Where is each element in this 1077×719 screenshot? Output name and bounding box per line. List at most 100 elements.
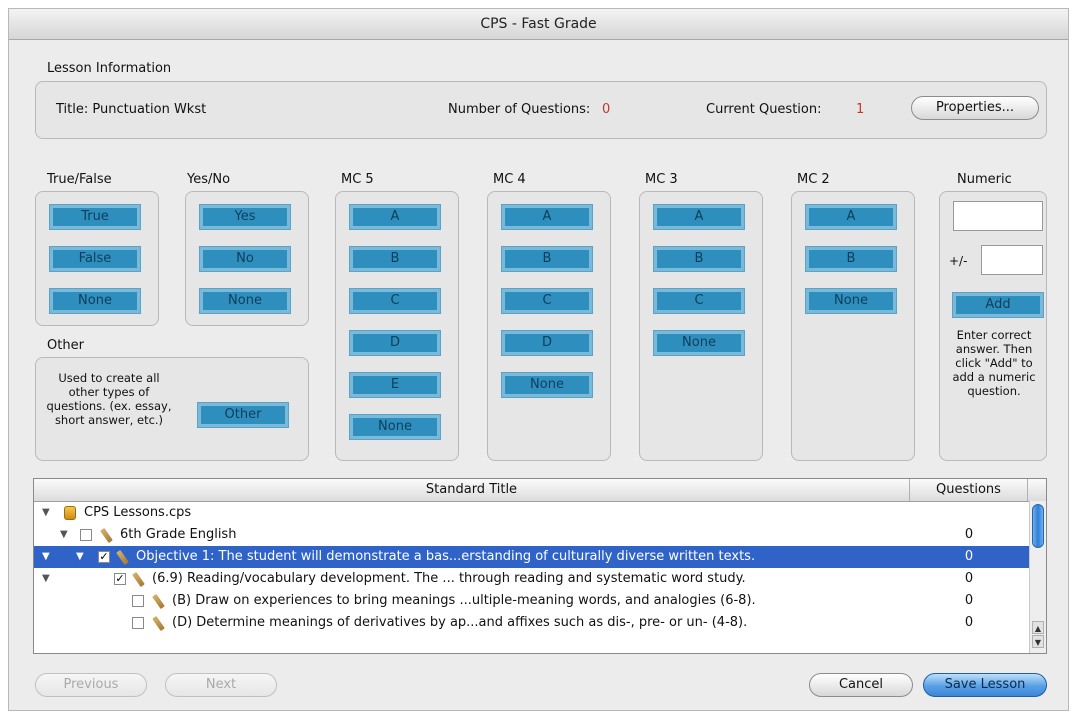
num-questions-value: 0 — [602, 102, 611, 117]
pencil-icon — [152, 615, 165, 632]
mc4-b-button[interactable]: B — [501, 246, 593, 272]
tree-row-label: (6.9) Reading/vocabulary development. Th… — [152, 571, 746, 586]
mc2-group: A B None — [791, 191, 915, 461]
mc3-c-button[interactable]: C — [653, 288, 745, 314]
mc2-none-button[interactable]: None — [805, 288, 897, 314]
add-numeric-button[interactable]: Add — [952, 292, 1044, 318]
properties-button[interactable]: Properties... — [911, 96, 1039, 120]
tree-row[interactable]: (B) Draw on experiences to bring meaning… — [34, 590, 1029, 612]
tree-row-questions: 0 — [964, 593, 974, 608]
tolerance-label: +/- — [949, 254, 968, 268]
mc5-group: A B C D E None — [335, 191, 459, 461]
true-button[interactable]: True — [49, 204, 141, 230]
mc4-none-button[interactable]: None — [501, 372, 593, 398]
mc5-b-button[interactable]: B — [349, 246, 441, 272]
disclosure-triangle-icon[interactable]: ▼ — [42, 546, 50, 568]
tolerance-input[interactable] — [981, 245, 1043, 275]
lesson-info-label: Lesson Information — [47, 61, 172, 76]
tree-row-label: (B) Draw on experiences to bring meaning… — [172, 593, 756, 608]
scroll-thumb[interactable] — [1032, 504, 1044, 548]
mc5-none-button[interactable]: None — [349, 414, 441, 440]
checkbox-checked[interactable]: ✓ — [98, 551, 110, 563]
mc5-label: MC 5 — [341, 172, 374, 187]
other-label: Other — [47, 338, 84, 353]
disclosure-triangle-icon[interactable]: ▼ — [60, 524, 68, 546]
other-button[interactable]: Other — [197, 402, 289, 428]
tree-row-questions: 0 — [964, 549, 974, 564]
lesson-title: Title: Punctuation Wkst — [56, 102, 207, 117]
tree-row-label: 6th Grade English — [120, 527, 237, 542]
false-button[interactable]: False — [49, 246, 141, 272]
table-header: Standard Title Questions — [34, 479, 1046, 502]
checkbox[interactable] — [132, 595, 144, 607]
standards-tree-table: Standard Title Questions ▼ CPS Lessons.c… — [33, 478, 1047, 654]
next-button[interactable]: Next — [165, 673, 277, 697]
previous-button[interactable]: Previous — [35, 673, 147, 697]
tree-row-label: Objective 1: The student will demonstrat… — [136, 549, 756, 564]
current-question-value: 1 — [856, 102, 865, 117]
mc2-label: MC 2 — [797, 172, 830, 187]
tree-row[interactable]: (D) Determine meanings of derivatives by… — [34, 612, 1029, 634]
mc4-a-button[interactable]: A — [501, 204, 593, 230]
lesson-info-group: Title: Punctuation Wkst Number of Questi… — [35, 81, 1047, 139]
mc5-c-button[interactable]: C — [349, 288, 441, 314]
numeric-group: +/- Add Enter correct answer. Then click… — [939, 191, 1047, 461]
disclosure-triangle-icon[interactable]: ▼ — [42, 568, 50, 590]
checkbox-checked[interactable]: ✓ — [114, 573, 126, 585]
mc5-a-button[interactable]: A — [349, 204, 441, 230]
mc2-b-button[interactable]: B — [805, 246, 897, 272]
tree-row[interactable]: ▼ ✓ (6.9) Reading/vocabulary development… — [34, 568, 1029, 590]
tree-row-label: (D) Determine meanings of derivatives by… — [172, 615, 748, 630]
cancel-button[interactable]: Cancel — [809, 673, 913, 697]
pencil-icon — [132, 571, 145, 588]
yes-no-label: Yes/No — [187, 172, 231, 187]
checkbox[interactable] — [132, 617, 144, 629]
mc4-c-button[interactable]: C — [501, 288, 593, 314]
save-lesson-button[interactable]: Save Lesson — [923, 673, 1047, 697]
pencil-icon — [100, 527, 113, 544]
scroll-up-arrow-icon[interactable]: ▲ — [1032, 621, 1044, 634]
mc2-a-button[interactable]: A — [805, 204, 897, 230]
numeric-answer-input[interactable] — [953, 201, 1043, 231]
tf-none-button[interactable]: None — [49, 288, 141, 314]
tree-row[interactable]: ▼ 6th Grade English 0 — [34, 524, 1029, 546]
fast-grade-window: CPS - Fast Grade Lesson Information Titl… — [8, 8, 1069, 711]
window-title: CPS - Fast Grade — [9, 9, 1068, 40]
mc4-group: A B C D None — [487, 191, 611, 461]
no-button[interactable]: No — [199, 246, 291, 272]
mc4-label: MC 4 — [493, 172, 526, 187]
tree-row-questions: 0 — [964, 615, 974, 630]
yn-none-button[interactable]: None — [199, 288, 291, 314]
current-question-label: Current Question: — [706, 102, 822, 117]
mc3-a-button[interactable]: A — [653, 204, 745, 230]
mc3-b-button[interactable]: B — [653, 246, 745, 272]
tree-row-selected[interactable]: ▼ ▼ ✓ Objective 1: The student will demo… — [34, 546, 1029, 568]
mc3-group: A B C None — [639, 191, 763, 461]
vertical-scrollbar[interactable]: ▲ ▼ — [1029, 501, 1046, 653]
pencil-icon — [116, 549, 129, 566]
num-questions-label: Number of Questions: — [448, 102, 591, 117]
true-false-label: True/False — [47, 172, 112, 187]
mc3-none-button[interactable]: None — [653, 330, 745, 356]
numeric-hint: Enter correct answer. Then click "Add" t… — [952, 328, 1036, 398]
numeric-label: Numeric — [957, 172, 1012, 187]
database-icon — [64, 506, 76, 520]
disclosure-triangle-icon[interactable]: ▼ — [76, 546, 84, 568]
tree-row[interactable]: ▼ CPS Lessons.cps — [34, 502, 1029, 524]
mc3-label: MC 3 — [645, 172, 678, 187]
mc5-d-button[interactable]: D — [349, 330, 441, 356]
disclosure-triangle-icon[interactable]: ▼ — [42, 502, 50, 524]
yes-button[interactable]: Yes — [199, 204, 291, 230]
scroll-down-arrow-icon[interactable]: ▼ — [1032, 635, 1044, 648]
other-description: Used to create all other types of questi… — [46, 371, 172, 427]
true-false-group: True False None — [35, 191, 159, 326]
mc5-e-button[interactable]: E — [349, 372, 441, 398]
mc4-d-button[interactable]: D — [501, 330, 593, 356]
checkbox[interactable] — [80, 529, 92, 541]
column-standard-title[interactable]: Standard Title — [34, 479, 910, 501]
tree-row-label: CPS Lessons.cps — [84, 505, 192, 520]
other-group: Used to create all other types of questi… — [35, 357, 309, 461]
column-questions[interactable]: Questions — [910, 479, 1028, 501]
pencil-icon — [152, 593, 165, 610]
tree-row-questions: 0 — [964, 571, 974, 586]
